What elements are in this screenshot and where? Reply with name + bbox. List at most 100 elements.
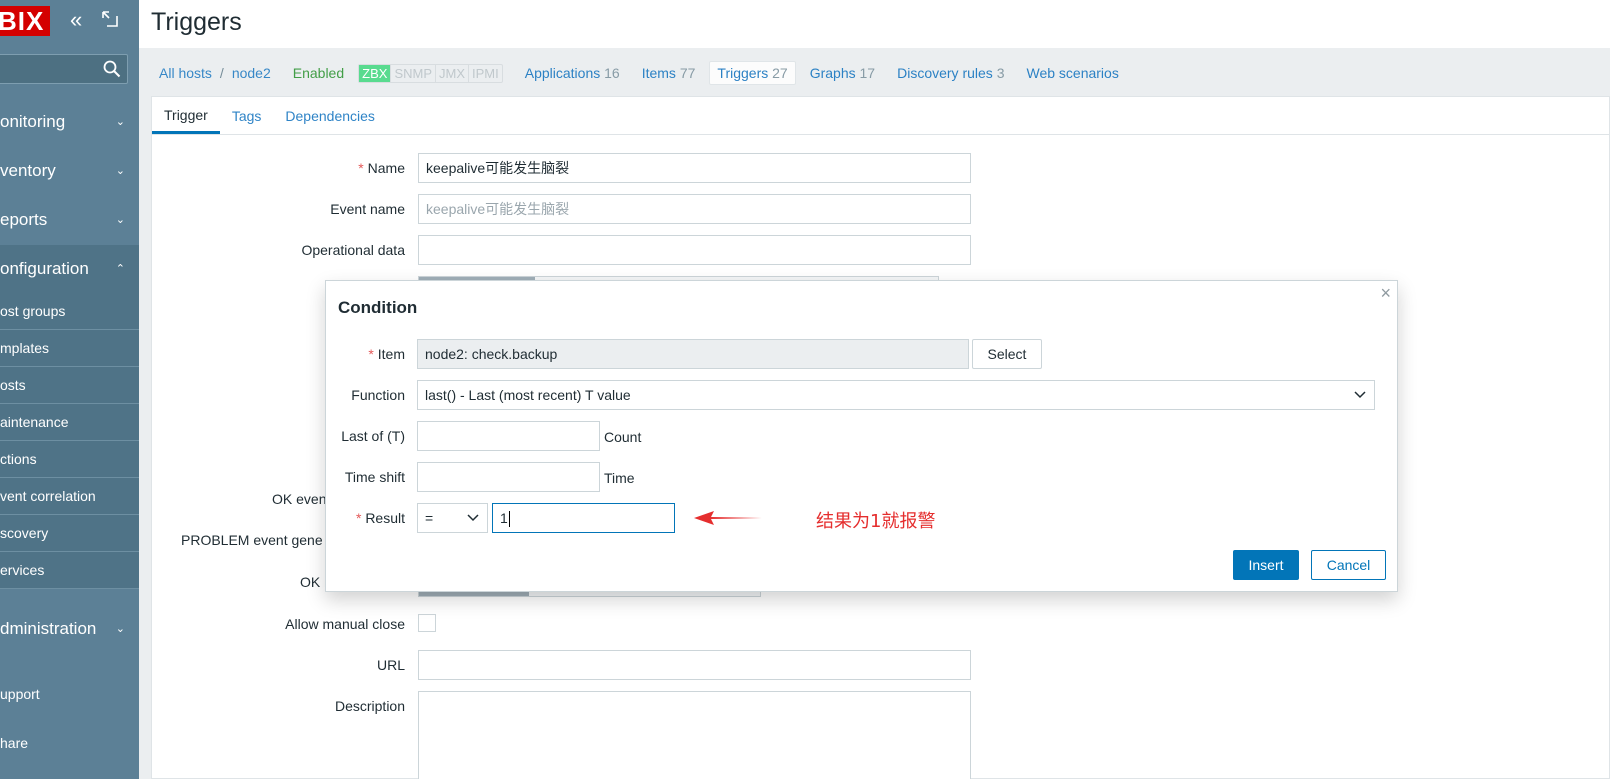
host-status[interactable]: Enabled [293,65,344,81]
breadcrumb-host[interactable]: node2 [232,65,271,81]
chevron-down-icon: ⌄ [115,214,125,226]
select-item-button[interactable]: Select [972,339,1042,369]
submenu-services[interactable]: ervices [0,552,139,589]
submenu-maintenance[interactable]: aintenance [0,404,139,441]
ok-event-generation-label: OK even [272,491,327,507]
tab-tags[interactable]: Tags [220,97,274,134]
function-select[interactable]: last() - Last (most recent) T value [417,380,1375,410]
event-name-input[interactable]: keepalive可能发生脑裂 [418,194,971,224]
chevron-up-icon: ⌃ [115,263,125,275]
availability-snmp: SNMP [391,64,436,82]
tab-web-scenarios[interactable]: Web scenarios [1026,65,1118,81]
description-textarea[interactable] [418,691,971,779]
result-value-input[interactable]: 1 [492,503,675,533]
result-value-text: 1 [500,510,508,526]
tab-dependencies[interactable]: Dependencies [273,97,387,134]
tab-label: Items [641,65,676,81]
submenu-discovery[interactable]: scovery [0,515,139,552]
menu-share[interactable]: hare [0,719,139,767]
tab-label: Triggers [717,65,769,81]
insert-button[interactable]: Insert [1233,550,1299,580]
menu-support[interactable]: upport [0,670,139,718]
cancel-button[interactable]: Cancel [1311,550,1386,580]
tab-trigger[interactable]: Trigger [152,97,220,134]
condition-dialog: Condition × * Item node2: check.backup S… [325,280,1398,592]
result-label-text: Result [365,510,405,526]
menu-label: dministration [0,619,97,638]
availability-ipmi: IPMI [472,65,499,81]
operator-select[interactable]: = [417,503,488,533]
submenu-actions[interactable]: ctions [0,441,139,478]
item-input[interactable]: node2: check.backup [417,339,969,369]
tab-items[interactable]: Items 77 [642,65,696,81]
chevron-down-icon [1354,381,1366,419]
submenu-host-groups[interactable]: ost groups [0,293,139,330]
required-marker: * [358,160,368,176]
tab-count: 3 [996,65,1005,81]
description-label: Description [334,698,405,714]
allow-manual-close-checkbox[interactable] [418,614,436,632]
function-select-value: last() - Last (most recent) T value [425,387,631,403]
text-cursor [508,511,510,528]
tab-triggers[interactable]: Triggers 27 [709,61,796,85]
menu-label: onfiguration [0,259,89,278]
tab-label: Discovery rules [897,65,993,81]
header-bar [139,0,1610,48]
tab-count: 17 [859,65,876,81]
form-tabs: Trigger Tags Dependencies [152,97,1610,135]
menu-label: eports [0,210,48,229]
tab-graphs[interactable]: Graphs 17 [810,65,875,81]
tab-label: Applications [524,65,601,81]
tab-label: Web scenarios [1026,65,1119,81]
submenu-event-correlation[interactable]: vent correlation [0,478,139,515]
time-shift-input[interactable] [417,462,600,492]
menu-configuration[interactable]: onfiguration ⌃ [0,245,139,293]
url-label: URL [376,657,405,673]
operational-data-input[interactable] [418,235,971,265]
url-input[interactable] [418,650,971,680]
breadcrumb-all-hosts[interactable]: All hosts [159,65,212,81]
tab-discovery-rules[interactable]: Discovery rules 3 [897,65,1004,81]
menu-monitoring[interactable]: onitoring ⌄ [0,98,139,146]
operator-select-value: = [425,510,434,526]
tab-applications[interactable]: Applications 16 [525,65,620,81]
host-navigation: All hosts / node2 Enabled ZBX SNMP JMX I… [139,50,1610,96]
close-icon[interactable]: × [1380,283,1391,304]
tab-count: 16 [604,65,620,81]
menu-reports[interactable]: eports ⌄ [0,196,139,244]
name-label-text: Name [367,160,405,176]
chevron-down-icon: ⌄ [115,623,125,635]
function-label: Function [351,387,405,403]
page-title: Triggers [151,8,242,36]
availability-zbx: ZBX [359,64,392,82]
submenu-hosts[interactable]: osts [0,367,139,404]
time-shift-unit: Time [604,470,635,486]
menu-inventory[interactable]: ventory ⌄ [0,147,139,195]
time-shift-label: Time shift [344,469,405,485]
ok-event-closes-label: OK [300,574,321,590]
item-label-text: Item [377,346,405,362]
chevron-down-icon [467,504,479,542]
search-icon[interactable] [103,60,121,78]
kiosk-mode-icon[interactable] [101,10,119,36]
menu-label: onitoring [0,112,66,131]
last-of-input[interactable] [417,421,600,451]
menu-label: ventory [0,161,56,180]
sidebar-search-input[interactable] [0,54,128,84]
name-label: * Name [358,160,405,176]
availability-jmx: JMX [436,64,469,82]
chevron-down-icon: ⌄ [115,165,125,177]
submenu-templates[interactable]: mplates [0,330,139,367]
required-marker: * [368,346,378,362]
breadcrumb-separator: / [219,65,224,81]
event-name-label: Event name [330,201,405,217]
chevron-down-icon: ⌄ [115,116,125,128]
problem-event-generation-label: PROBLEM event gene [181,532,323,548]
annotation-text: 结果为1就报警 [816,511,936,532]
required-marker: * [355,510,366,526]
collapse-sidebar-icon[interactable]: « [70,8,82,32]
last-of-unit: Count [604,429,642,445]
name-input[interactable]: keepalive可能发生脑裂 [418,153,971,183]
zabbix-logo[interactable]: BIX [0,6,51,36]
menu-administration[interactable]: dministration ⌄ [0,605,139,653]
